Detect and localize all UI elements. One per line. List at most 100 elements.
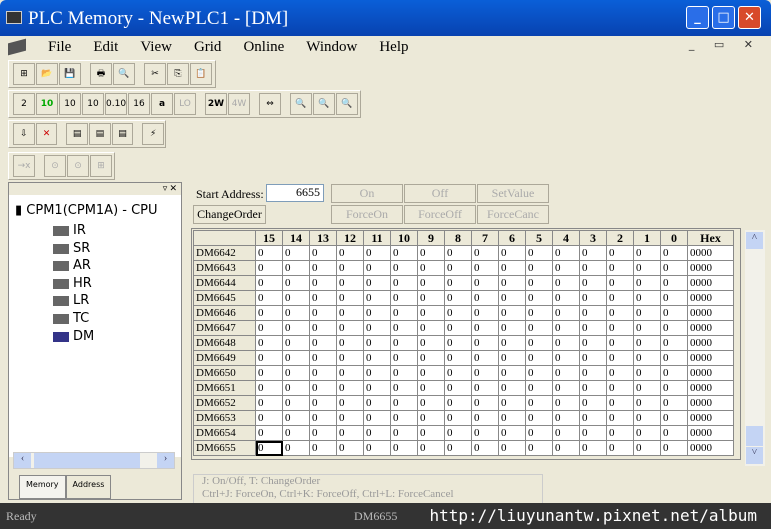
pane-close-icon[interactable]: ▿ ✕	[9, 183, 181, 195]
bit-cell[interactable]: 0	[363, 260, 391, 276]
bit-cell[interactable]: 0	[417, 380, 445, 396]
horizontal-scrollbar[interactable]: ‹ ›	[13, 452, 175, 469]
bit-cell[interactable]: 0	[471, 395, 499, 411]
bit-cell[interactable]: 0	[336, 365, 364, 381]
bit-cell[interactable]: 0	[525, 350, 553, 366]
bit-cell[interactable]: 0	[498, 410, 526, 426]
bit-cell[interactable]: 0	[525, 305, 553, 321]
bit-cell[interactable]: 0	[660, 350, 688, 366]
bit-cell[interactable]: 0	[309, 260, 337, 276]
decimal-icon[interactable]: 10	[59, 93, 81, 115]
force-cancel-icon[interactable]: →x	[13, 155, 35, 177]
bit-cell[interactable]: 0	[498, 380, 526, 396]
bit-cell[interactable]: 0	[255, 335, 283, 351]
scroll-up-icon[interactable]: ˄	[746, 232, 763, 249]
hex-cell[interactable]: 0000	[687, 380, 734, 396]
bit-cell[interactable]: 0	[336, 305, 364, 321]
menu-file[interactable]: File	[48, 39, 71, 56]
vertical-scrollbar[interactable]: ˄ ˅	[745, 230, 765, 466]
bit-cell[interactable]: 0	[471, 245, 499, 261]
bit-cell[interactable]: 0	[606, 335, 634, 351]
bit-cell[interactable]: 0	[579, 305, 607, 321]
bit-cell[interactable]: 0	[336, 335, 364, 351]
bit-cell[interactable]: 0	[255, 290, 283, 306]
on-button[interactable]: On	[331, 184, 403, 203]
bit-cell[interactable]: 0	[606, 410, 634, 426]
tree-item-lr[interactable]: LR	[53, 293, 89, 308]
bit-cell[interactable]: 0	[390, 395, 418, 411]
bit-cell[interactable]: 0	[417, 440, 445, 456]
bit-cell[interactable]: 0	[255, 275, 283, 291]
bit-cell[interactable]: 0	[309, 305, 337, 321]
bit-cell[interactable]: 0	[606, 365, 634, 381]
bit-cell[interactable]: 0	[606, 395, 634, 411]
bit-cell[interactable]: 0	[390, 350, 418, 366]
tree-item-sr[interactable]: SR	[53, 241, 90, 256]
force-off-icon[interactable]: ⊙	[67, 155, 89, 177]
hex-cell[interactable]: 0000	[687, 335, 734, 351]
bit-cell[interactable]: 0	[363, 335, 391, 351]
ascii-icon[interactable]: a	[151, 93, 173, 115]
bit-cell[interactable]: 0	[282, 275, 310, 291]
bit-cell[interactable]: 0	[417, 335, 445, 351]
hex-cell[interactable]: 0000	[687, 290, 734, 306]
bit-cell[interactable]: 0	[390, 245, 418, 261]
bit-cell[interactable]: 0	[471, 260, 499, 276]
bit-cell[interactable]: 0	[282, 320, 310, 336]
hex-cell[interactable]: 0000	[687, 395, 734, 411]
bit-cell[interactable]: 0	[579, 260, 607, 276]
bit-cell[interactable]: 0	[552, 320, 580, 336]
bit-cell[interactable]: 0	[282, 425, 310, 441]
bit-cell[interactable]: 0	[282, 350, 310, 366]
hex-cell[interactable]: 0000	[687, 320, 734, 336]
cut-icon[interactable]: ✂	[144, 63, 166, 85]
bit-cell[interactable]: 0	[552, 440, 580, 456]
bit-cell[interactable]: 0	[417, 320, 445, 336]
bit-cell[interactable]: 0	[579, 380, 607, 396]
bit-cell[interactable]: 0	[309, 245, 337, 261]
bit-cell[interactable]: 0	[282, 440, 310, 456]
bit-cell[interactable]: 0	[525, 320, 553, 336]
paste-icon[interactable]: 📋	[190, 63, 212, 85]
bit-cell[interactable]: 0	[444, 410, 472, 426]
bit-cell[interactable]: 0	[282, 365, 310, 381]
scroll-left-icon[interactable]: ‹	[14, 453, 31, 468]
scroll-thumb[interactable]	[746, 426, 763, 446]
bit-cell[interactable]: 0	[444, 335, 472, 351]
bit-cell[interactable]: 0	[417, 275, 445, 291]
hex-cell[interactable]: 0000	[687, 305, 734, 321]
zoom-large-icon[interactable]: 🔍	[336, 93, 358, 115]
bit-cell[interactable]: 0	[525, 245, 553, 261]
bit-cell[interactable]: 0	[444, 350, 472, 366]
bit-cell[interactable]: 0	[498, 335, 526, 351]
bit-cell[interactable]: 0	[498, 395, 526, 411]
bit-cell[interactable]: 0	[606, 425, 634, 441]
bit-cell[interactable]: 0	[255, 380, 283, 396]
hex-cell[interactable]: 0000	[687, 260, 734, 276]
bit-cell[interactable]: 0	[282, 380, 310, 396]
bit-cell[interactable]: 0	[552, 245, 580, 261]
force-cancel-button[interactable]: ForceCanc	[477, 205, 549, 224]
bit-cell[interactable]: 0	[363, 365, 391, 381]
menu-edit[interactable]: Edit	[93, 39, 118, 56]
bit-cell[interactable]: 0	[336, 380, 364, 396]
hex-icon[interactable]: 16	[128, 93, 150, 115]
bit-cell[interactable]: 0	[390, 410, 418, 426]
binary-icon[interactable]: 2	[13, 93, 35, 115]
hex-cell[interactable]: 0000	[687, 410, 734, 426]
bit-cell[interactable]: 0	[363, 380, 391, 396]
bit-cell[interactable]: 0	[660, 440, 688, 456]
bit-cell[interactable]: 0	[633, 305, 661, 321]
copy-icon[interactable]: ⎘	[167, 63, 189, 85]
bit-cell[interactable]: 0	[552, 410, 580, 426]
bit-cell[interactable]: 0	[309, 290, 337, 306]
bit-cell[interactable]: 0	[525, 395, 553, 411]
force-off-button[interactable]: ForceOff	[404, 205, 476, 224]
tree-item-ir[interactable]: IR	[53, 223, 86, 238]
bit-cell[interactable]: 0	[417, 260, 445, 276]
bit-cell[interactable]: 0	[660, 380, 688, 396]
bit-cell[interactable]: 0	[552, 365, 580, 381]
bit-cell[interactable]: 0	[417, 425, 445, 441]
bit-cell[interactable]: 0	[309, 350, 337, 366]
bit-cell[interactable]: 0	[660, 305, 688, 321]
